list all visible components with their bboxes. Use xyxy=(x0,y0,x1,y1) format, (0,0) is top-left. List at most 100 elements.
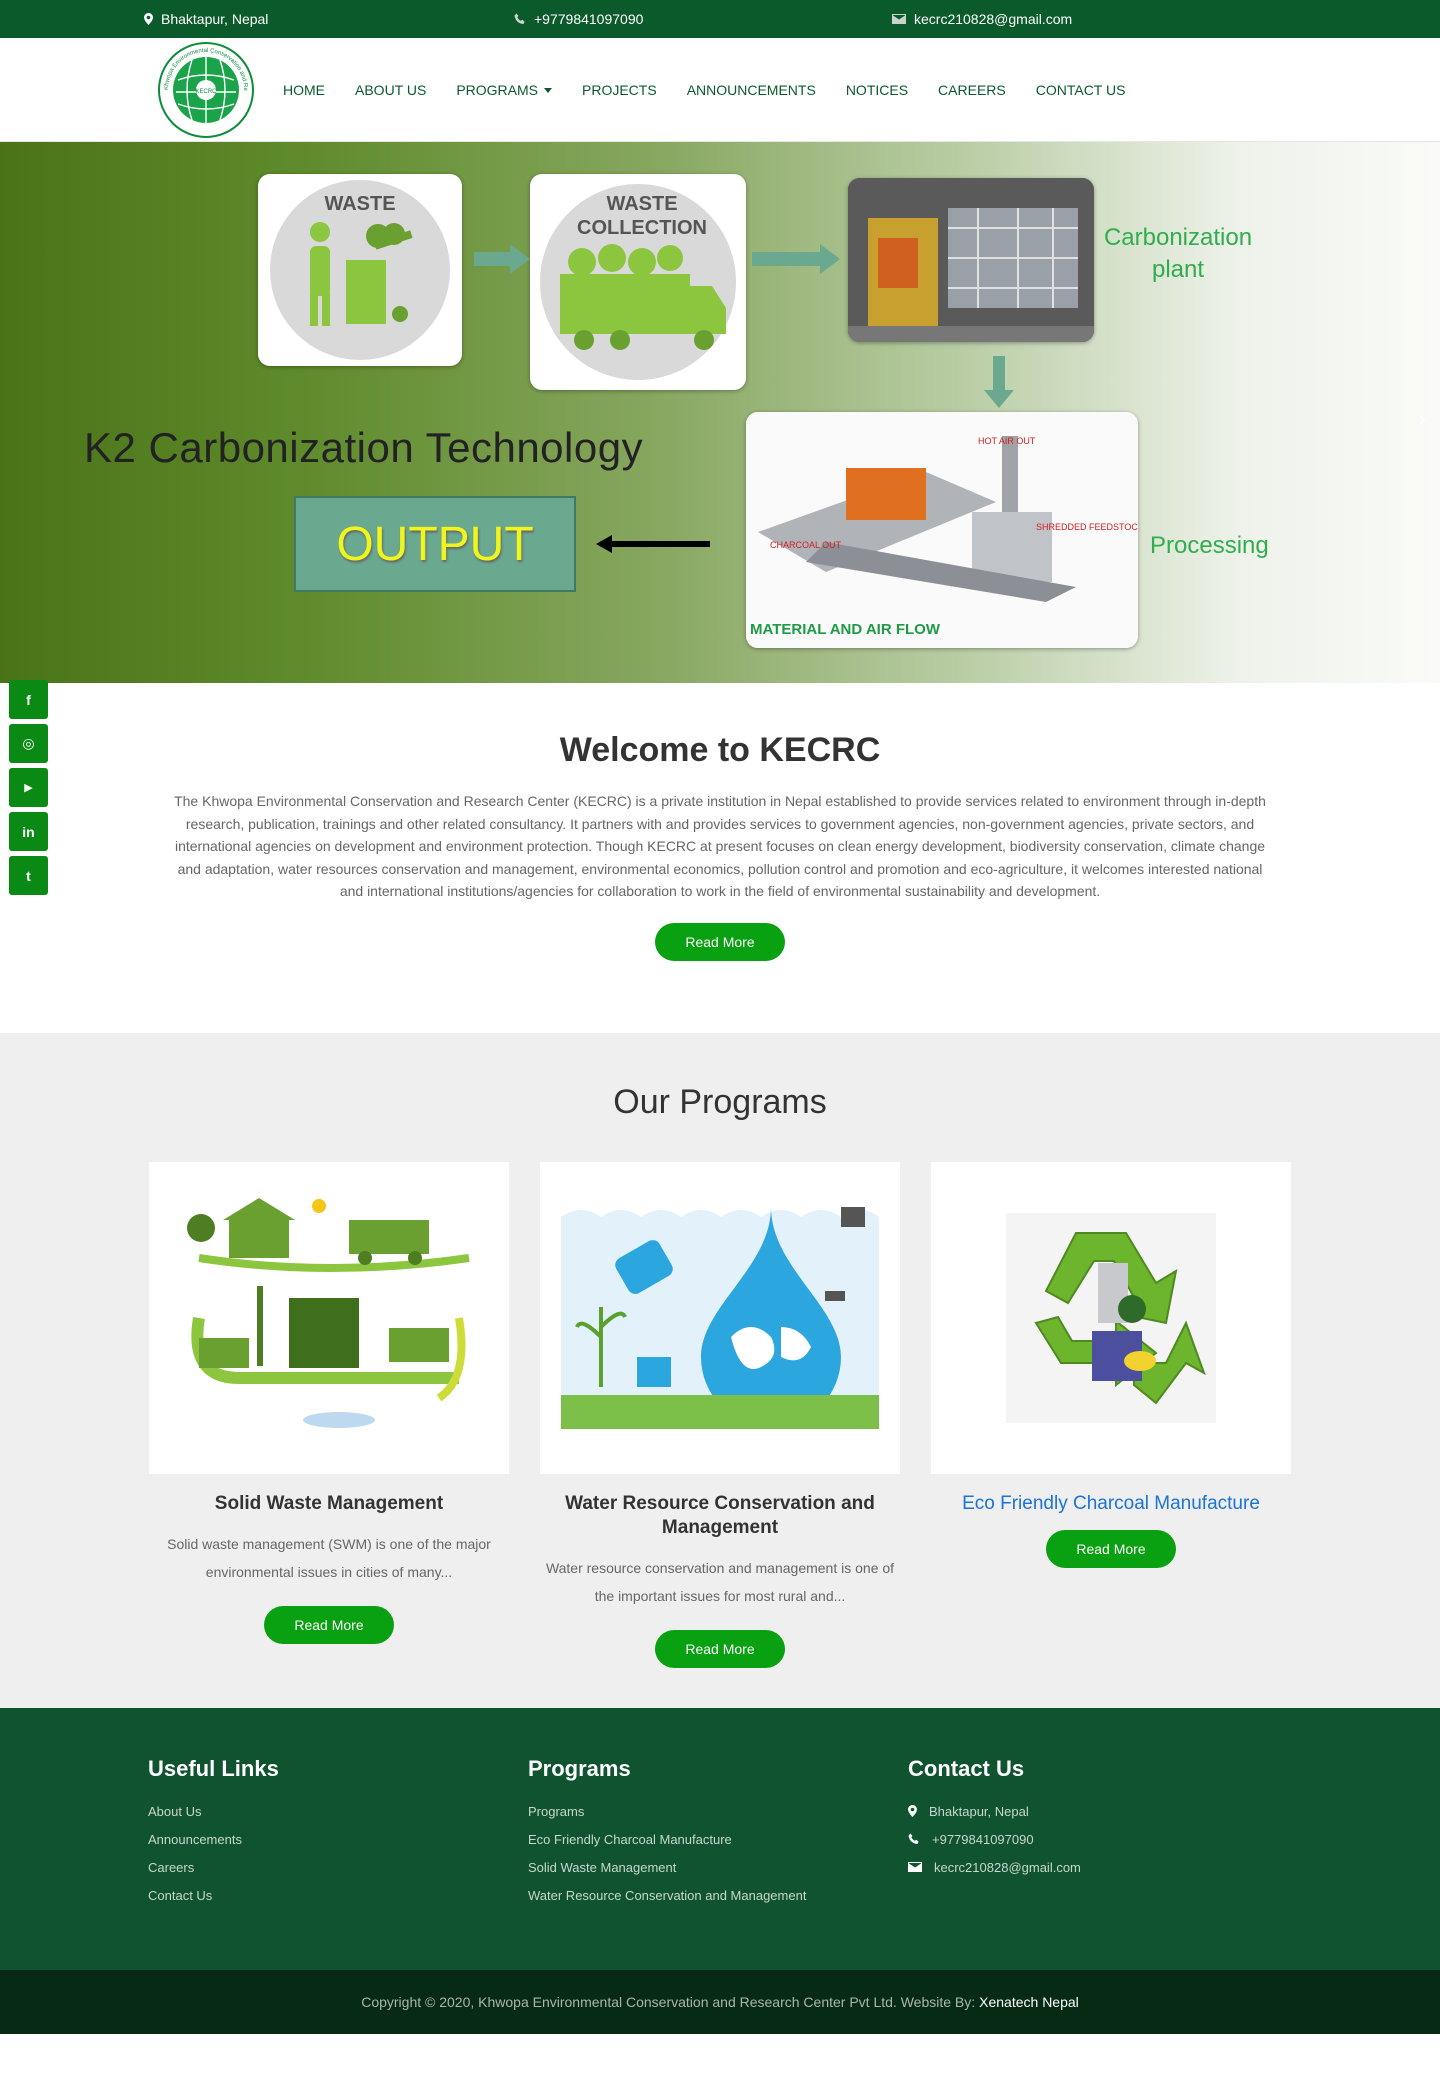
developer-link[interactable]: Xenatech Nepal xyxy=(979,1994,1079,2010)
topbar-address: Bhaktapur, Nepal xyxy=(144,11,268,27)
program-read-more-button[interactable]: Read More xyxy=(264,1605,394,1644)
program-title-link[interactable]: Eco Friendly Charcoal Manufacture xyxy=(946,1492,1276,1516)
nav-projects-label: PROJECTS xyxy=(582,82,657,98)
footer-link[interactable]: Careers xyxy=(148,1860,528,1875)
solid-waste-illustration xyxy=(187,1197,470,1428)
top-bar: Bhaktapur, Nepal +9779841097090 kecrc210… xyxy=(0,0,1440,38)
nav-careers-label: CAREERS xyxy=(938,82,1006,98)
svg-text:SHREDDED FEEDSTOCK: SHREDDED FEEDSTOCK xyxy=(1036,522,1138,532)
program-image[interactable] xyxy=(931,1161,1291,1474)
arrow-down-icon xyxy=(984,356,1014,408)
twitter-icon[interactable]: t xyxy=(9,856,48,895)
svg-text:WASTE: WASTE xyxy=(324,193,395,215)
carbonization-label-line2: plant xyxy=(1151,256,1205,284)
hero-title: K2 Carbonization Technology xyxy=(84,424,644,471)
svg-text:HOT AIR OUT: HOT AIR OUT xyxy=(978,436,1036,446)
nav-contact-us[interactable]: CONTACT US xyxy=(1021,82,1141,98)
topbar-email-text: kecrc210828@gmail.com xyxy=(914,11,1073,27)
hero-slider: WASTE WASTE COLLECTION Carbonization pla… xyxy=(0,142,1440,683)
programs-title: Our Programs xyxy=(613,1082,827,1121)
topbar-email[interactable]: kecrc210828@gmail.com xyxy=(892,11,1072,27)
program-read-more-button[interactable]: Read More xyxy=(655,1629,785,1668)
footer-programs-title: Programs xyxy=(528,1755,631,1781)
footer-contact-title: Contact Us xyxy=(908,1755,1025,1781)
youtube-icon[interactable]: ▶ xyxy=(9,768,48,807)
footer-link[interactable]: About Us xyxy=(148,1804,528,1819)
program-excerpt: Solid waste management (SWM) is one of t… xyxy=(167,1535,491,1580)
map-marker-icon xyxy=(908,1805,917,1818)
footer-email-text: kecrc210828@gmail.com xyxy=(934,1859,1081,1875)
program-card: Eco Friendly Charcoal Manufacture Read M… xyxy=(931,1161,1291,1668)
instagram-icon[interactable]: ◎ xyxy=(9,724,48,763)
footer-link[interactable]: Programs xyxy=(528,1804,908,1819)
waste-card: WASTE xyxy=(258,174,462,366)
arrow-left-icon xyxy=(596,535,710,553)
envelope-icon xyxy=(908,1862,922,1873)
nav-programs-dropdown[interactable]: PROGRAMS xyxy=(441,82,567,98)
water-resource-illustration xyxy=(561,1206,879,1429)
nav-careers[interactable]: CAREERS xyxy=(923,82,1021,98)
copyright-bar: Copyright © 2020, Khwopa Environmental C… xyxy=(0,1969,1440,2034)
arrow-right-icon xyxy=(752,244,840,274)
footer-link[interactable]: Eco Friendly Charcoal Manufacture xyxy=(528,1832,908,1847)
output-box: OUTPUT xyxy=(294,496,576,592)
processing-label: Processing xyxy=(1150,532,1269,559)
welcome-section: Welcome to KECRC The Khwopa Environmenta… xyxy=(0,683,1440,1033)
copyright-text: Copyright © 2020, Khwopa Environmental C… xyxy=(361,1993,976,2010)
footer-contact-address: Bhaktapur, Nepal xyxy=(908,1804,1288,1819)
nav-about-us-label: ABOUT US xyxy=(355,82,427,98)
program-read-more-button[interactable]: Read More xyxy=(1046,1529,1176,1568)
phone-icon xyxy=(514,13,525,24)
footer-contact-email[interactable]: kecrc210828@gmail.com xyxy=(908,1860,1288,1875)
footer-contact-phone[interactable]: +9779841097090 xyxy=(908,1832,1288,1847)
svg-text:KECRC: KECRC xyxy=(195,89,217,95)
facebook-icon[interactable]: f xyxy=(9,680,48,719)
program-card: Water Resource Conservation and Manageme… xyxy=(540,1161,900,1668)
welcome-text: The Khwopa Environmental Conservation an… xyxy=(174,793,1266,900)
topbar-phone-text: +9779841097090 xyxy=(534,11,644,27)
nav-about-us[interactable]: ABOUT US xyxy=(340,82,441,98)
nav-projects[interactable]: PROJECTS xyxy=(567,82,672,98)
nav-home[interactable]: HOME xyxy=(268,82,340,98)
footer: Useful Links About Us Announcements Care… xyxy=(0,1707,1440,1970)
program-title[interactable]: Solid Waste Management xyxy=(164,1492,494,1516)
nav-announcements[interactable]: ANNOUNCEMENTS xyxy=(672,82,831,98)
nav-notices-label: NOTICES xyxy=(845,82,909,98)
plant-machinery-image xyxy=(848,178,1094,342)
welcome-read-more-button[interactable]: Read More xyxy=(655,922,785,961)
nav-announcements-label: ANNOUNCEMENTS xyxy=(686,82,816,98)
nav-home-label: HOME xyxy=(283,82,325,98)
waste-illustration: WASTE xyxy=(270,180,450,360)
linkedin-icon[interactable]: in xyxy=(9,812,48,851)
svg-text:MATERIAL AND AIR FLOW: MATERIAL AND AIR FLOW xyxy=(750,621,941,638)
footer-link[interactable]: Solid Waste Management xyxy=(528,1860,908,1875)
recycle-charcoal-illustration xyxy=(1006,1212,1216,1423)
main-navbar: KECRC Khwopa Environmental Conservation … xyxy=(0,38,1440,142)
footer-link[interactable]: Announcements xyxy=(148,1832,528,1847)
topbar-phone[interactable]: +9779841097090 xyxy=(514,11,643,27)
topbar-address-text: Bhaktapur, Nepal xyxy=(161,11,269,27)
footer-useful-title: Useful Links xyxy=(148,1755,279,1781)
collection-truck-illustration: WASTE COLLECTION xyxy=(540,184,736,380)
social-sidebar: f ◎ ▶ in t xyxy=(9,680,48,895)
phone-icon xyxy=(908,1833,919,1845)
footer-link[interactable]: Contact Us xyxy=(148,1888,528,1903)
caret-down-icon xyxy=(544,87,552,93)
envelope-icon xyxy=(892,14,906,24)
slider-next-arrow[interactable]: › xyxy=(1419,406,1426,432)
nav-contact-us-label: CONTACT US xyxy=(1035,82,1126,98)
footer-phone-text: +9779841097090 xyxy=(932,1831,1034,1847)
svg-text:WASTE: WASTE xyxy=(606,193,677,215)
nav-notices[interactable]: NOTICES xyxy=(831,82,923,98)
processing-diagram: HOT AIR OUT SHREDDED FEEDSTOCK CHARCOAL … xyxy=(746,412,1138,648)
footer-useful-links: Useful Links About Us Announcements Care… xyxy=(148,1756,528,1916)
kecrc-logo[interactable]: KECRC Khwopa Environmental Conservation … xyxy=(156,40,256,140)
program-image[interactable] xyxy=(149,1161,509,1474)
nav-menu: HOME ABOUT US PROGRAMS PROJECTS ANNOUNCE… xyxy=(268,82,1140,98)
footer-link[interactable]: Water Resource Conservation and Manageme… xyxy=(528,1888,908,1903)
program-title[interactable]: Water Resource Conservation and Manageme… xyxy=(555,1492,885,1540)
program-image[interactable] xyxy=(540,1161,900,1474)
footer-address-text: Bhaktapur, Nepal xyxy=(929,1803,1029,1819)
program-excerpt: Water resource conservation and manageme… xyxy=(545,1559,895,1604)
footer-programs: Programs Programs Eco Friendly Charcoal … xyxy=(528,1756,908,1916)
